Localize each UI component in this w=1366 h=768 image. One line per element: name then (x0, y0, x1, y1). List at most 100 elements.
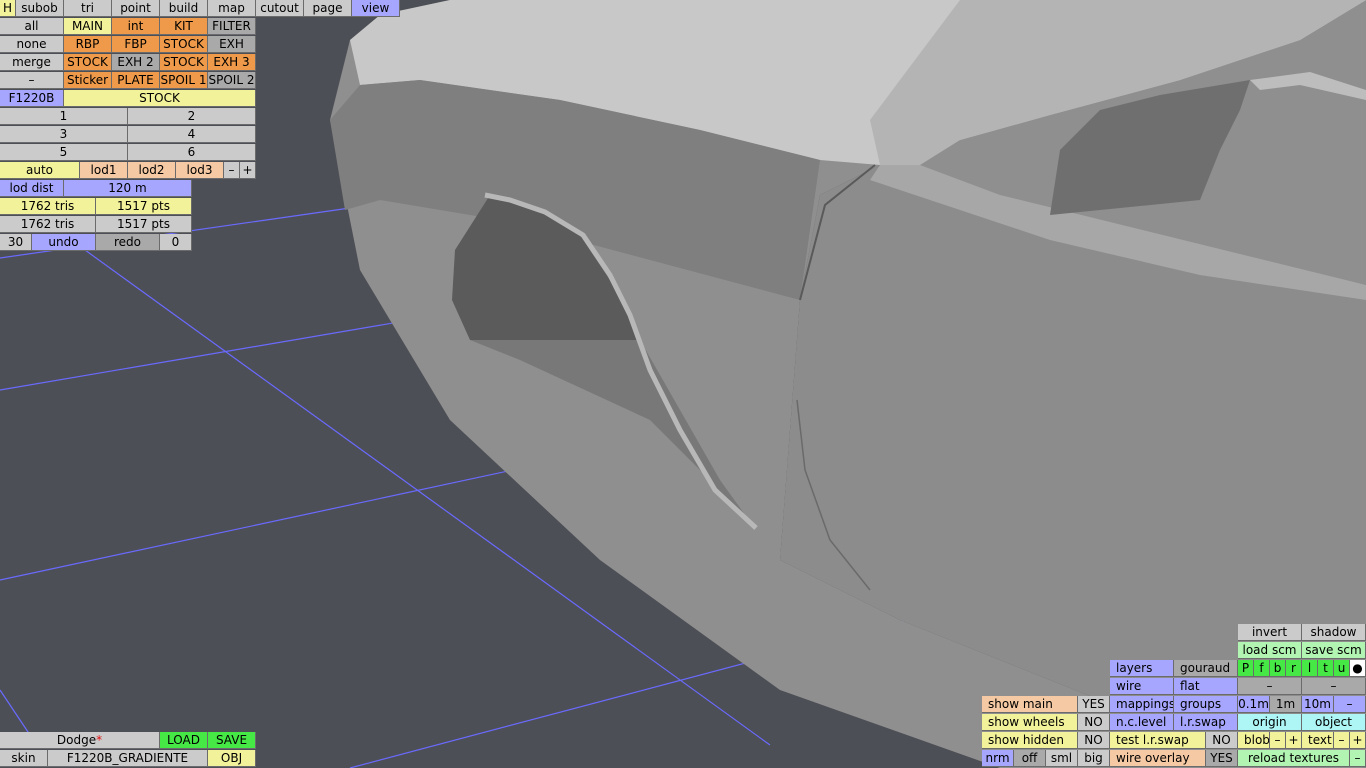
big-button[interactable]: big (1078, 750, 1110, 767)
subobject-filter[interactable]: FILTER (208, 18, 256, 35)
invert-button[interactable]: invert (1238, 624, 1302, 641)
tab-build[interactable]: build (160, 0, 208, 17)
obj-button[interactable]: OBJ (208, 750, 256, 767)
grid-01m-button[interactable]: 0.1m (1238, 696, 1270, 713)
grid-1m-button[interactable]: 1m (1270, 696, 1302, 713)
grid-dash-button[interactable]: – (1334, 696, 1366, 713)
subobject-spoil-1[interactable]: SPOIL 1 (160, 72, 208, 89)
object-button[interactable]: object (1302, 714, 1366, 731)
flag-t[interactable]: t (1318, 660, 1334, 677)
lod2-button[interactable]: lod2 (128, 162, 176, 179)
skin-value[interactable]: F1220B_GRADIENTE (48, 750, 208, 767)
lod-auto-button[interactable]: auto (0, 162, 80, 179)
lod1-button[interactable]: lod1 (80, 162, 128, 179)
merge-button[interactable]: merge (0, 54, 64, 71)
nc-level-button[interactable]: n.c.level (1110, 714, 1174, 731)
select-none-button[interactable]: none (0, 36, 64, 53)
tab-cutout[interactable]: cutout (256, 0, 304, 17)
reload-minus-button[interactable]: – (1350, 750, 1366, 767)
slot-5-button[interactable]: 5 (0, 144, 128, 161)
load-scm-button[interactable]: load scm (1238, 642, 1302, 659)
subobject-spoil-2[interactable]: SPOIL 2 (208, 72, 256, 89)
save-scm-button[interactable]: save scm (1302, 642, 1366, 659)
text-button[interactable]: text (1302, 732, 1334, 749)
slot-2-button[interactable]: 2 (128, 108, 256, 125)
model-name-button[interactable]: F1220B (0, 90, 64, 107)
lod-dist-value[interactable]: 120 m (64, 180, 192, 197)
tab-point[interactable]: point (112, 0, 160, 17)
select-all-button[interactable]: all (0, 18, 64, 35)
blob-minus-button[interactable]: – (1270, 732, 1286, 749)
reload-textures-button[interactable]: reload textures (1238, 750, 1350, 767)
subobject-int[interactable]: int (112, 18, 160, 35)
subobject-kit[interactable]: KIT (160, 18, 208, 35)
tab-tri[interactable]: tri (64, 0, 112, 17)
subobject-stock-3[interactable]: STOCK (160, 54, 208, 71)
show-main-button[interactable]: show main (982, 696, 1078, 713)
undo-button[interactable]: undo (32, 234, 96, 251)
flag-dot[interactable]: ● (1350, 660, 1366, 677)
off-button[interactable]: off (1014, 750, 1046, 767)
shadow-button[interactable]: shadow (1302, 624, 1366, 641)
load-button[interactable]: LOAD (160, 732, 208, 749)
flag-r[interactable]: r (1286, 660, 1302, 677)
flag-f[interactable]: f (1254, 660, 1270, 677)
subobject-exh-2[interactable]: EXH 2 (112, 54, 160, 71)
tab-view[interactable]: view (352, 0, 400, 17)
dash-button-1[interactable]: – (1238, 678, 1302, 695)
show-wheels-value[interactable]: NO (1078, 714, 1110, 731)
tab-map[interactable]: map (208, 0, 256, 17)
lod-plus-button[interactable]: + (240, 162, 256, 179)
subobject-stock[interactable]: STOCK (160, 36, 208, 53)
subobject-stock-2[interactable]: STOCK (64, 54, 112, 71)
flag-l[interactable]: l (1302, 660, 1318, 677)
text-minus-button[interactable]: – (1334, 732, 1350, 749)
variant-button[interactable]: STOCK (64, 90, 256, 107)
flag-u[interactable]: u (1334, 660, 1350, 677)
subobject-fbp[interactable]: FBP (112, 36, 160, 53)
origin-button[interactable]: origin (1238, 714, 1302, 731)
layers-button[interactable]: layers (1110, 660, 1174, 677)
test-lr-swap-value[interactable]: NO (1206, 732, 1238, 749)
tab-subob[interactable]: subob (16, 0, 64, 17)
wire-button[interactable]: wire (1110, 678, 1174, 695)
show-main-value[interactable]: YES (1078, 696, 1110, 713)
test-lr-swap-button[interactable]: test l.r.swap (1110, 732, 1206, 749)
flat-button[interactable]: flat (1174, 678, 1238, 695)
save-button[interactable]: SAVE (208, 732, 256, 749)
show-hidden-value[interactable]: NO (1078, 732, 1110, 749)
subobject-exh[interactable]: EXH (208, 36, 256, 53)
subobject-rbp[interactable]: RBP (64, 36, 112, 53)
show-hidden-button[interactable]: show hidden (982, 732, 1078, 749)
wire-overlay-value[interactable]: YES (1206, 750, 1238, 767)
wire-overlay-button[interactable]: wire overlay (1110, 750, 1206, 767)
flag-p[interactable]: P (1238, 660, 1254, 677)
show-wheels-button[interactable]: show wheels (982, 714, 1078, 731)
gouraud-button[interactable]: gouraud (1174, 660, 1238, 677)
dash-button-2[interactable]: – (1302, 678, 1366, 695)
slot-3-button[interactable]: 3 (0, 126, 128, 143)
mappings-button[interactable]: mappings (1110, 696, 1174, 713)
subobject-exh-3[interactable]: EXH 3 (208, 54, 256, 71)
blob-plus-button[interactable]: + (1286, 732, 1302, 749)
redo-button[interactable]: redo (96, 234, 160, 251)
subobject-plate[interactable]: PLATE (112, 72, 160, 89)
nrm-button[interactable]: nrm (982, 750, 1014, 767)
text-plus-button[interactable]: + (1350, 732, 1366, 749)
tab-page[interactable]: page (304, 0, 352, 17)
lr-swap-button[interactable]: l.r.swap (1174, 714, 1238, 731)
slot-6-button[interactable]: 6 (128, 144, 256, 161)
sml-button[interactable]: sml (1046, 750, 1078, 767)
flag-b[interactable]: b (1270, 660, 1286, 677)
slot-1-button[interactable]: 1 (0, 108, 128, 125)
subobject-sticker[interactable]: Sticker (64, 72, 112, 89)
slot-4-button[interactable]: 4 (128, 126, 256, 143)
lod-minus-button[interactable]: – (224, 162, 240, 179)
file-name[interactable]: Dodge* (0, 732, 160, 749)
groups-button[interactable]: groups (1174, 696, 1238, 713)
h-button[interactable]: H (0, 0, 16, 17)
blob-button[interactable]: blob (1238, 732, 1270, 749)
collapse-button[interactable]: – (0, 72, 64, 89)
grid-10m-button[interactable]: 10m (1302, 696, 1334, 713)
subobject-main[interactable]: MAIN (64, 18, 112, 35)
